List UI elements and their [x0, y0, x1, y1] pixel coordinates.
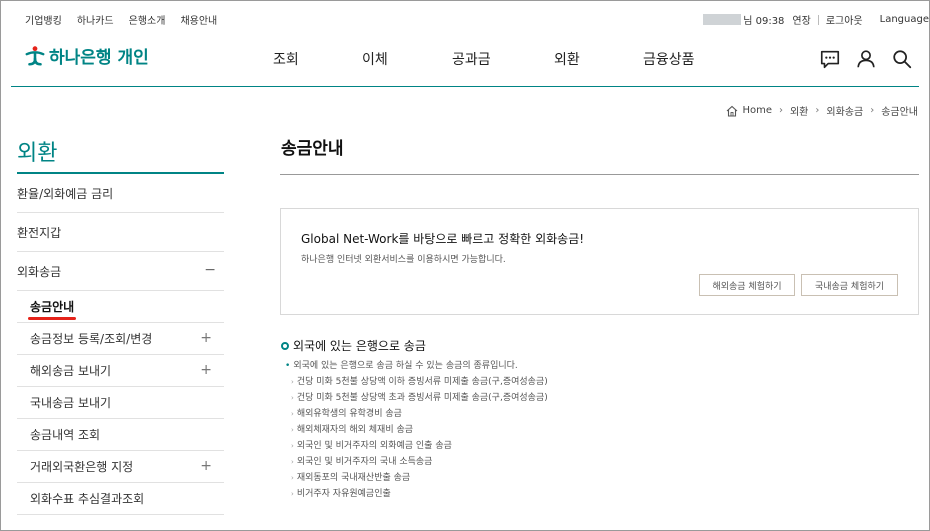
- breadcrumb-current: 송금안내: [881, 107, 918, 118]
- sidebar: 외환 환율/외화예금 금리 환전지갑 외화송금 − 송금안내 송금정보 등록/조…: [17, 133, 224, 515]
- link-hana-card[interactable]: 하나카드: [77, 12, 114, 27]
- sidebar-item-label: 환전지갑: [17, 225, 62, 240]
- triangle-bullet-icon: ›: [291, 458, 294, 466]
- extend-session-button[interactable]: 연장: [792, 12, 810, 27]
- bullet-icon: •: [285, 361, 291, 371]
- expand-icon[interactable]: +: [200, 362, 212, 378]
- language-selector[interactable]: Language: [880, 14, 929, 25]
- sidebar-item-exchange-rates[interactable]: 환율/외화예금 금리: [17, 174, 224, 213]
- session-info: 님 09:38 연장 로그아웃 Language: [703, 12, 929, 27]
- expand-icon[interactable]: +: [200, 458, 212, 474]
- triangle-bullet-icon: ›: [291, 490, 294, 498]
- list-item: › 건당 미화 5천불 상당액 초과 증빙서류 미제출 송금(구,증여성송금): [285, 390, 548, 406]
- info-box: Global Net-Work를 바탕으로 빠르고 정확한 외화송금! 하나은행…: [280, 208, 919, 315]
- sidebar-sub-designate-bank[interactable]: 거래외국환은행 지정 +: [17, 451, 224, 483]
- nav-foreign-exchange[interactable]: 외환: [554, 49, 580, 69]
- logout-button[interactable]: 로그아웃: [826, 12, 863, 27]
- nav-inquiry[interactable]: 조회: [273, 49, 299, 69]
- triangle-bullet-icon: ›: [291, 378, 294, 386]
- triangle-bullet-icon: ›: [291, 410, 294, 418]
- sidebar-sub-label: 송금정보 등록/조회/변경: [30, 332, 153, 346]
- link-careers[interactable]: 채용안내: [180, 12, 217, 27]
- sidebar-sub-overseas-remittance[interactable]: 해외송금 보내기 +: [17, 355, 224, 387]
- sidebar-sub-check-collection[interactable]: 외화수표 추심결과조회: [17, 483, 224, 515]
- list-lead: • 외국에 있는 은행으로 송금 하실 수 있는 송금의 종류입니다.: [285, 358, 548, 374]
- triangle-bullet-icon: ›: [291, 394, 294, 402]
- expand-icon[interactable]: +: [200, 330, 212, 346]
- list-item: › 외국인 및 비거주자의 외화예금 인출 송금: [285, 438, 548, 454]
- masked-username: [703, 14, 742, 25]
- browser-frame: 기업뱅킹 하나카드 은행소개 채용안내 님 09:38 연장 로그아웃 Lang…: [0, 0, 930, 531]
- section-title-text: 외국에 있는 은행으로 송금: [293, 339, 426, 353]
- triangle-bullet-icon: ›: [291, 442, 294, 450]
- sidebar-sub-label: 국내송금 보내기: [30, 396, 112, 410]
- list-item: › 재외동포의 국내재산반출 송금: [285, 470, 548, 486]
- sidebar-item-label: 외화송금: [17, 264, 62, 279]
- chevron-right-icon: ›: [778, 105, 783, 116]
- sidebar-sub-remittance-history[interactable]: 송금내역 조회: [17, 419, 224, 451]
- utility-links: 기업뱅킹 하나카드 은행소개 채용안내: [25, 12, 232, 27]
- sidebar-sub-remittance-info[interactable]: 송금정보 등록/조회/변경 +: [17, 323, 224, 355]
- utility-bar: 기업뱅킹 하나카드 은행소개 채용안내 님 09:38 연장 로그아웃 Lang…: [1, 1, 929, 35]
- search-icon[interactable]: [891, 48, 913, 70]
- sidebar-sub-label: 해외송금 보내기: [30, 364, 112, 378]
- home-icon: [727, 105, 738, 117]
- list-item: › 건당 미화 5천불 상당액 이하 증빙서류 미제출 송금(구,증여성송금): [285, 374, 548, 390]
- nav-transfer[interactable]: 이체: [362, 49, 388, 69]
- sidebar-sub-label: 송금내역 조회: [30, 428, 101, 442]
- list-item-text: 비거주자 자유원예금인출: [296, 489, 391, 499]
- main-header: 하나은행 개인 조회 이체 공과금 외환 금융상품: [11, 35, 919, 87]
- link-bank-intro[interactable]: 은행소개: [129, 12, 166, 27]
- list-item-text: 외국인 및 비거주자의 외화예금 인출 송금: [296, 441, 452, 451]
- info-subtext: 하나은행 인터넷 외환서비스를 이용하시면 가능합니다.: [301, 255, 506, 265]
- remittance-types-list: • 외국에 있는 은행으로 송금 하실 수 있는 송금의 종류입니다. › 건당 미…: [285, 358, 548, 502]
- list-item-text: 해외유학생의 유학경비 송금: [296, 409, 402, 419]
- sidebar-item-label: 환율/외화예금 금리: [17, 186, 114, 201]
- circle-bullet-icon: [281, 341, 289, 350]
- try-overseas-remittance-button[interactable]: 해외송금 체험하기: [699, 274, 795, 296]
- sidebar-item-exchange-wallet[interactable]: 환전지갑: [17, 213, 224, 252]
- collapse-icon[interactable]: −: [204, 262, 216, 278]
- sidebar-title: 외환: [17, 133, 224, 174]
- list-item: › 비거주자 자유원예금인출: [285, 486, 548, 502]
- nav-financial-products[interactable]: 금융상품: [643, 49, 695, 69]
- divider: [280, 174, 919, 175]
- global-nav: 조회 이체 공과금 외환 금융상품: [11, 49, 919, 69]
- nav-utility-bills[interactable]: 공과금: [452, 49, 491, 69]
- list-item: › 해외유학생의 유학경비 송금: [285, 406, 548, 422]
- link-corporate-banking[interactable]: 기업뱅킹: [25, 12, 62, 27]
- sidebar-sub-domestic-remittance[interactable]: 국내송금 보내기: [17, 387, 224, 419]
- info-headline: Global Net-Work를 바탕으로 빠르고 정확한 외화송금!: [301, 232, 585, 246]
- sidebar-sub-label: 송금안내: [28, 298, 76, 320]
- list-item-text: 외국인 및 비거주자의 국내 소득송금: [296, 457, 433, 467]
- triangle-bullet-icon: ›: [291, 426, 294, 434]
- sidebar-item-fx-remittance[interactable]: 외화송금 −: [17, 252, 224, 291]
- user-icon[interactable]: [855, 48, 877, 70]
- list-item-text: 해외체재자의 해외 체재비 송금: [296, 425, 414, 435]
- breadcrumb-item[interactable]: 외환: [790, 103, 808, 118]
- list-item: › 외국인 및 비거주자의 국내 소득송금: [285, 454, 548, 470]
- chevron-right-icon: ›: [870, 105, 875, 116]
- header-icons: [819, 48, 913, 70]
- list-item-text: 재외동포의 국내재산반출 송금: [296, 473, 411, 483]
- active-underline: [28, 317, 76, 320]
- list-item-text: 건당 미화 5천불 상당액 이하 증빙서류 미제출 송금(구,증여성송금): [296, 377, 548, 387]
- breadcrumb-home[interactable]: Home: [742, 105, 772, 116]
- sidebar-sub-remittance-guide[interactable]: 송금안내: [17, 291, 224, 323]
- triangle-bullet-icon: ›: [291, 474, 294, 482]
- sidebar-sub-label: 외화수표 추심결과조회: [30, 492, 145, 506]
- breadcrumb: Home › 외환 › 외화송금 › 송금안내: [726, 103, 918, 118]
- list-item-text: 건당 미화 5천불 상당액 초과 증빙서류 미제출 송금(구,증여성송금): [296, 393, 548, 403]
- chat-icon[interactable]: [819, 48, 841, 70]
- list-item: › 해외체재자의 해외 체재비 송금: [285, 422, 548, 438]
- sidebar-sub-label-text: 송금안내: [30, 300, 75, 314]
- page-title: 송금안내: [281, 139, 344, 159]
- sidebar-sub-label: 거래외국환은행 지정: [30, 460, 134, 474]
- list-lead-text: 외국에 있는 은행으로 송금 하실 수 있는 송금의 종류입니다.: [293, 361, 518, 371]
- section-title: 외국에 있는 은행으로 송금: [281, 337, 426, 354]
- try-domestic-remittance-button[interactable]: 국내송금 체험하기: [801, 274, 898, 296]
- breadcrumb-item[interactable]: 외화송금: [826, 103, 863, 118]
- session-time: 님 09:38: [743, 16, 785, 27]
- chevron-right-icon: ›: [815, 105, 820, 116]
